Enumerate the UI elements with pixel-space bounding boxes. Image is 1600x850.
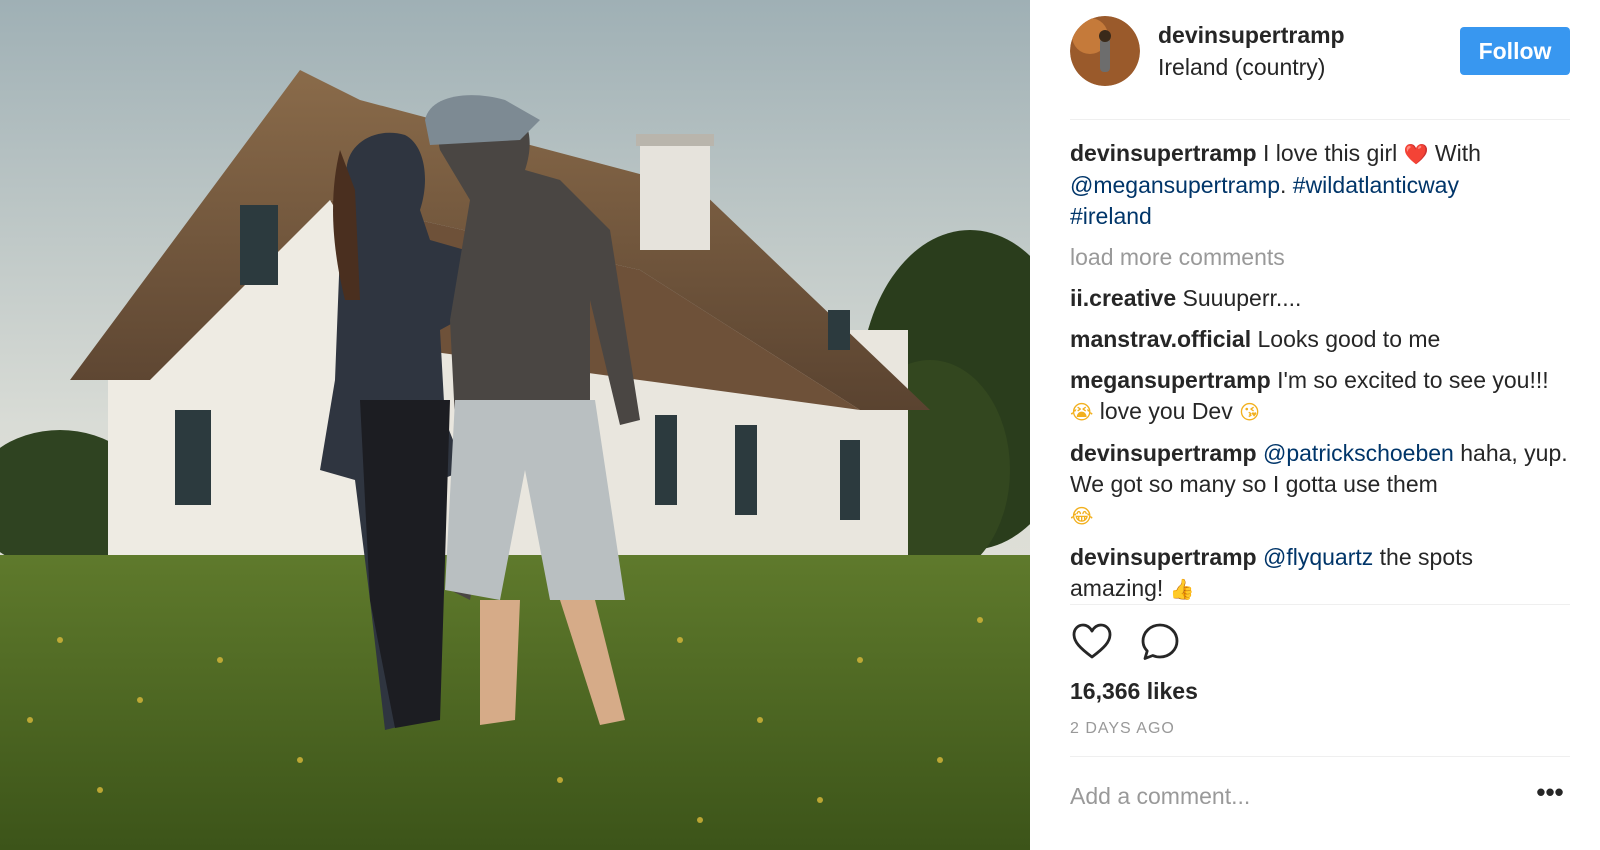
caption-username[interactable]: devinsupertramp	[1070, 140, 1257, 166]
comment-item: ii.creative Suuuperr....	[1070, 283, 1570, 314]
heart-outline-icon[interactable]	[1070, 620, 1114, 664]
speech-bubble-icon[interactable]	[1138, 620, 1182, 664]
post-photo-image	[0, 0, 1030, 850]
comment-text: Looks good to me	[1257, 326, 1441, 352]
red-heart-emoji: ❤️	[1403, 142, 1429, 166]
comment-item: manstrav.official Looks good to me	[1070, 324, 1570, 355]
add-comment-input[interactable]	[1070, 776, 1510, 816]
comment-username[interactable]: ii.creative	[1070, 285, 1176, 311]
caption-hashtag-wildatlanticway[interactable]: #wildatlanticway	[1293, 172, 1459, 198]
comment-text-2: love you Dev	[1099, 398, 1233, 424]
comment-username[interactable]: megansupertramp	[1070, 367, 1271, 393]
comment-text: Suuuperr....	[1182, 285, 1302, 311]
thumbs-up-emoji: 👍	[1169, 577, 1195, 601]
crying-face-emoji: 😭	[1070, 400, 1094, 424]
post-timestamp[interactable]: 2 DAYS AGO	[1070, 720, 1175, 738]
post-photo[interactable]	[0, 0, 1030, 850]
caption-text: I love this girl	[1263, 140, 1398, 166]
caption-hashtag-ireland[interactable]: #ireland	[1070, 203, 1152, 229]
post-header: devinsupertramp Ireland (country) Follow	[1070, 16, 1570, 120]
kissing-face-emoji: 😘	[1239, 400, 1260, 424]
comment-username[interactable]: manstrav.official	[1070, 326, 1251, 352]
caption: devinsupertramp I love this girl ❤️ With…	[1070, 138, 1570, 232]
comment-mention[interactable]: @patrickschoeben	[1263, 440, 1454, 466]
laughing-tears-emoji: 😂	[1070, 504, 1094, 528]
follow-button[interactable]: Follow	[1460, 27, 1570, 75]
avatar[interactable]	[1070, 16, 1140, 86]
comment-username[interactable]: devinsupertramp	[1070, 544, 1257, 570]
likes-count[interactable]: 16,366 likes	[1070, 678, 1198, 705]
post-sidebar: devinsupertramp Ireland (country) Follow…	[1030, 0, 1600, 850]
comment-mention[interactable]: @flyquartz	[1263, 544, 1373, 570]
comment-item: devinsupertramp @flyquartz the spots ama…	[1070, 542, 1570, 604]
caption-mention[interactable]: @megansupertramp	[1070, 172, 1280, 198]
load-more-comments-link[interactable]: load more comments	[1070, 242, 1570, 273]
divider	[1070, 604, 1570, 605]
post-location[interactable]: Ireland (country)	[1158, 54, 1325, 81]
comment-item: megansupertramp I'm so excited to see yo…	[1070, 365, 1570, 428]
post-actions	[1070, 620, 1270, 664]
ellipsis-icon[interactable]: •••	[1530, 776, 1570, 816]
caption-punct: .	[1280, 172, 1287, 198]
comment-text: I'm so excited to see you!!!	[1277, 367, 1549, 393]
divider	[1070, 756, 1570, 757]
comment-username[interactable]: devinsupertramp	[1070, 440, 1257, 466]
comments-list[interactable]: devinsupertramp I love this girl ❤️ With…	[1070, 138, 1570, 604]
post-author-username[interactable]: devinsupertramp	[1158, 22, 1345, 49]
comment-item: devinsupertramp @patrickschoeben haha, y…	[1070, 438, 1570, 532]
caption-text-2: With	[1434, 140, 1481, 166]
